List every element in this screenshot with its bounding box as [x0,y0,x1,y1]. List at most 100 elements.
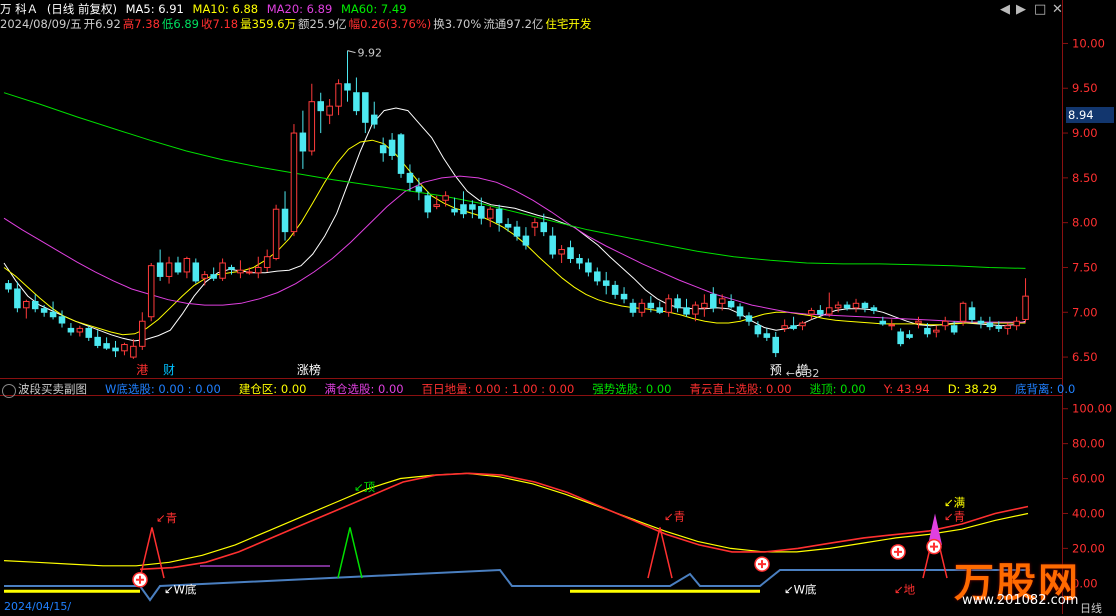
restore-icon[interactable]: □ [1034,2,1046,17]
sub-y-tick-label: 100.00 [1072,402,1112,416]
candle-body [897,331,904,345]
indicator-item: 满仓选股: 0.00 [324,382,404,396]
candle-body [674,298,681,309]
quote-item: 幅0.26(3.76%) [348,17,432,31]
candle-body [433,204,440,208]
indicator-item[interactable]: 波段买卖副图 [18,382,87,396]
candle-body [308,101,316,152]
candle-body [629,302,637,313]
candle-body [370,114,378,125]
candle-body [736,306,744,317]
candle-body [504,223,512,228]
candle-body [165,262,173,277]
chart-canvas: 10.00 9.50 9.00 8.50 8.00 7.50 7.00 6.50 100.00 8… [3,36,1112,602]
candle-body [495,208,503,224]
candle-body [130,345,137,358]
candle-body [977,320,985,324]
candle-body [754,325,762,335]
signal-label: ↙青 [944,509,965,523]
quote-item: 量359.6万 [240,17,297,31]
candle-body [924,327,931,335]
candle-body [763,333,771,338]
ma5-label: MA5: 6.91 [125,2,184,16]
ma60-label: MA60: 7.49 [340,2,407,16]
y-tick-label: 8.50 [1072,171,1098,185]
candle-body [478,206,485,219]
signal-spike [139,527,165,579]
candle-body [718,298,726,304]
candle-body [959,302,967,322]
y-tick-label: 8.00 [1072,216,1098,230]
candle-body [85,327,93,338]
bottom-date: 2024/04/15/ [4,600,72,613]
sub-y-tick-label: 60.00 [1072,472,1105,486]
ma-line-ma5 [3,107,1026,342]
ma-line-ma10 [3,139,1026,336]
ma-line-ma60 [3,92,1026,269]
y-tick-label: 9.00 [1072,126,1098,140]
candle-body [406,172,414,183]
candle-body [772,336,779,354]
candle-body [31,301,39,310]
candle-body [326,105,333,116]
signal-label: ↙青 [664,509,685,523]
candle-body [5,283,12,290]
annotation-pointer [347,50,356,54]
next-icon[interactable]: ▶ [1016,2,1026,17]
candle-body [49,311,57,318]
quote-item: 开6.92 [83,17,121,31]
candle-body [228,266,235,270]
signal-label: ↙满 [944,495,965,509]
candle-body [513,226,521,237]
candle-body [611,284,619,295]
candle-body [602,280,610,286]
event-marker: 财 [163,363,175,377]
signal-label: ↙W底 [784,582,817,596]
candle-body [237,269,244,274]
candle-body [1013,320,1020,327]
quote-item: 换3.70% [433,17,482,31]
quote-item: 收7.18 [201,17,239,31]
candle-body [388,139,396,156]
y-tick-label: 10.00 [1072,36,1105,50]
candle-body [879,320,887,325]
y-tick-label: 7.00 [1072,305,1098,319]
candle-body [263,256,271,268]
candle-body [201,274,209,279]
candle-body [362,92,369,123]
candle-body [933,329,940,333]
candle-body [915,320,922,324]
candle-body [281,208,289,233]
price-annotation: 9.92 [357,47,382,60]
event-marker: 涨榜 [297,362,321,377]
watermark-logo: 万股网 www.201082.com [912,548,1116,614]
candle-body [344,83,351,91]
ma20-label: MA20: 6.89 [266,2,333,16]
prev-icon[interactable]: ◀ [1000,2,1010,17]
w-bottom-line [4,568,1030,602]
candle-body [210,274,217,279]
candle-body [808,309,815,315]
candle-body [727,301,735,308]
quote-item: 低6.89 [161,17,199,31]
watermark-url: www.201082.com [962,593,1079,608]
current-price-box: 8.94 [1066,107,1114,123]
indicator-item: W底选股: 0.00 : 0.00 [105,382,221,396]
candle-body [379,145,387,154]
candle-body [540,222,548,233]
candle-body [14,288,21,309]
candle-body [683,307,690,315]
candle-body [397,134,405,174]
candle-body [790,325,797,329]
ma10-label: MA10: 6.88 [192,2,259,16]
sub-y-tick-label: 80.00 [1072,437,1105,451]
candle-body [353,92,360,112]
quote-item: 住宅开发 [545,17,592,31]
indicator-settings-icon[interactable] [2,384,16,398]
quote-item: 流通97.2亿 [483,17,544,31]
candle-body [647,302,655,309]
ma-line-ma20 [3,175,1026,323]
candle-body [567,247,574,260]
indicator-item: 青云直上选股: 0.00 [689,382,792,396]
indicator-item: 逃顶: 0.00 [809,382,866,396]
